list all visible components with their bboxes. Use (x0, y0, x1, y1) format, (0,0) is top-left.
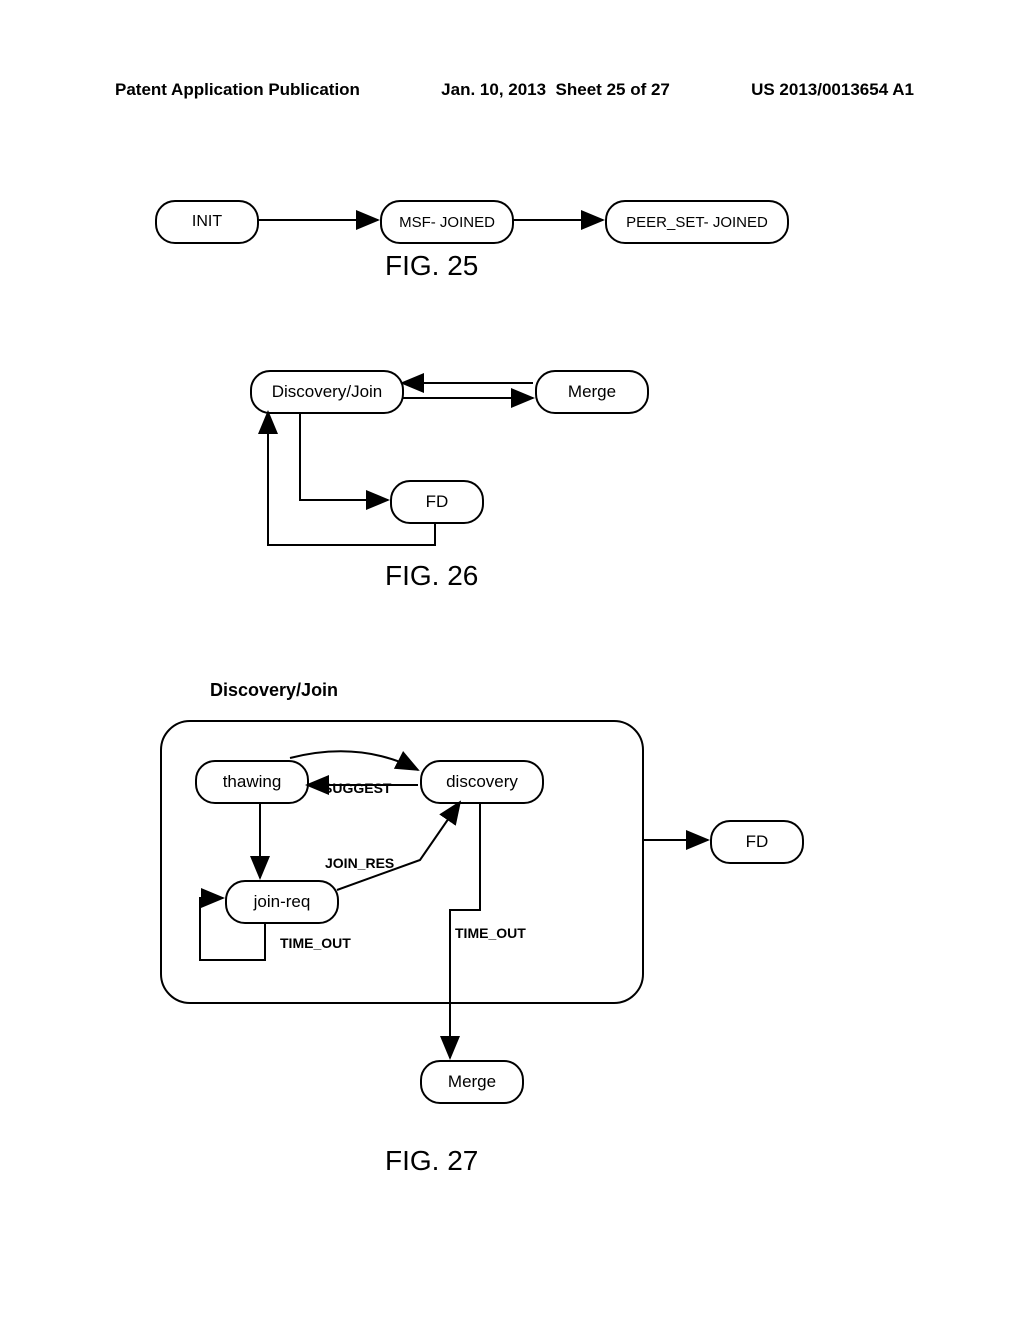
fig26-caption: FIG. 26 (385, 560, 478, 592)
node-peer-set-joined: PEER_SET- JOINED (605, 200, 789, 244)
label-timeout2: TIME_OUT (455, 925, 526, 941)
node-discovery-join: Discovery/Join (250, 370, 404, 414)
label-timeout1: TIME_OUT (280, 935, 351, 951)
node-merge-27: Merge (420, 1060, 524, 1104)
node-fd-27: FD (710, 820, 804, 864)
node-discovery: discovery (420, 760, 544, 804)
arrows-layer (0, 0, 1024, 1320)
page-header: Patent Application Publication Jan. 10, … (115, 80, 914, 100)
node-merge: Merge (535, 370, 649, 414)
fig27-title: Discovery/Join (210, 680, 338, 701)
node-thawing: thawing (195, 760, 309, 804)
header-pubno: US 2013/0013654 A1 (751, 80, 914, 100)
node-msf-joined: MSF- JOINED (380, 200, 514, 244)
header-center: Jan. 10, 2013 Sheet 25 of 27 (441, 80, 670, 100)
label-suggest: SUGGEST (323, 780, 391, 796)
header-left: Patent Application Publication (115, 80, 360, 100)
label-join-res: JOIN_RES (325, 855, 394, 871)
node-join-req: join-req (225, 880, 339, 924)
node-fd: FD (390, 480, 484, 524)
fig25-caption: FIG. 25 (385, 250, 478, 282)
node-init: INIT (155, 200, 259, 244)
fig27-caption: FIG. 27 (385, 1145, 478, 1177)
